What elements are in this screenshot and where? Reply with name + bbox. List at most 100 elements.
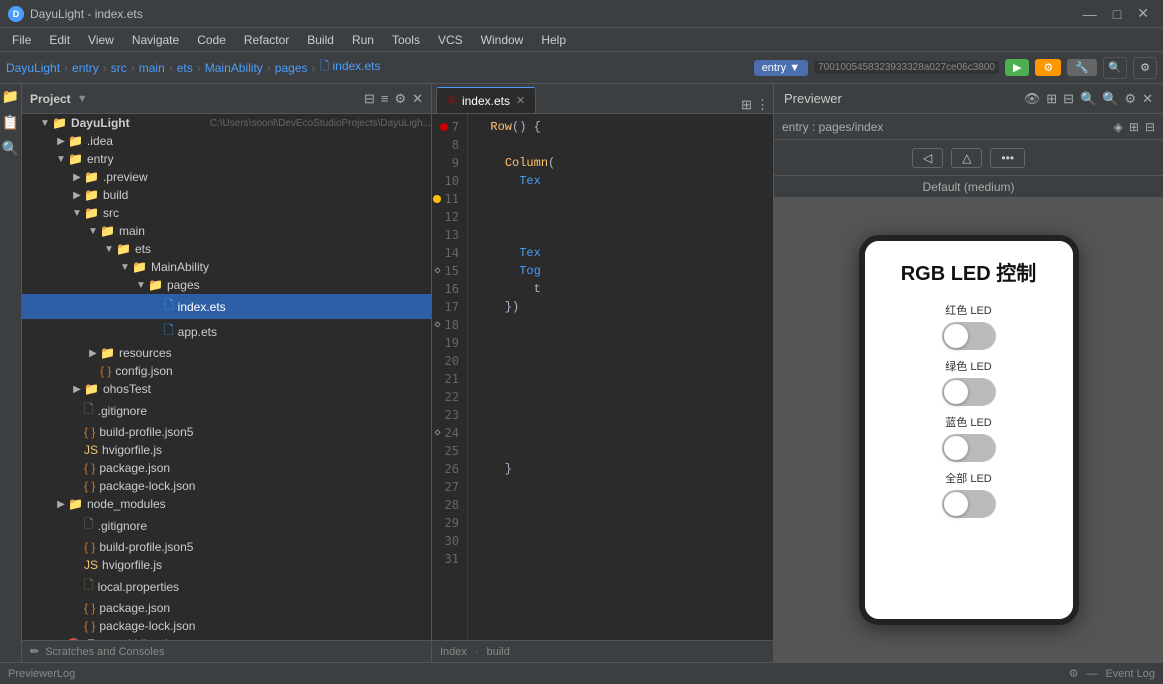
prev-path-icon2[interactable]: ⊞ bbox=[1129, 120, 1139, 134]
previewer-layers-icon[interactable]: ⊞ bbox=[1046, 91, 1057, 107]
settings-icon[interactable]: ⚙ bbox=[394, 91, 406, 107]
event-log-label[interactable]: Event Log bbox=[1105, 668, 1155, 680]
more-options-icon[interactable]: ⋮ bbox=[756, 97, 769, 113]
minimize-button[interactable]: — bbox=[1077, 6, 1103, 22]
breadcrumb-src[interactable]: src bbox=[111, 61, 127, 75]
led-label-all: 全部 LED bbox=[945, 470, 991, 486]
breadcrumb-dayulight[interactable]: DayuLight bbox=[6, 61, 60, 75]
settings-toolbar-button[interactable]: ⚙ bbox=[1133, 57, 1157, 79]
menu-build[interactable]: Build bbox=[299, 31, 342, 49]
tree-item-package-json[interactable]: ▶ { } package.json bbox=[22, 459, 431, 477]
activity-find[interactable]: 🔍 bbox=[2, 140, 20, 158]
menu-help[interactable]: Help bbox=[533, 31, 574, 49]
led-toggle-red[interactable] bbox=[942, 322, 996, 350]
menu-edit[interactable]: Edit bbox=[41, 31, 78, 49]
tab-index-ets[interactable]: ① index.ets ✕ bbox=[436, 87, 536, 113]
tree-item-resources[interactable]: ▶ 📁 resources bbox=[22, 344, 431, 362]
menu-view[interactable]: View bbox=[80, 31, 122, 49]
tree-item-ohostest[interactable]: ▶ 📁 ohosTest bbox=[22, 380, 431, 398]
breadcrumb-pages[interactable]: pages bbox=[275, 61, 308, 75]
breadcrumb-index[interactable]: 🗋 index.ets bbox=[320, 57, 381, 78]
breadcrumb-entry[interactable]: entry bbox=[72, 61, 99, 75]
run-button[interactable]: ▶ bbox=[1005, 59, 1029, 76]
window-title: DayuLight - index.ets bbox=[30, 7, 143, 21]
window-controls[interactable]: — □ ✕ bbox=[1077, 5, 1155, 22]
previewer-close-icon[interactable]: ✕ bbox=[1142, 91, 1153, 107]
collapse-all-icon[interactable]: ⊟ bbox=[364, 91, 375, 107]
led-toggle-green[interactable] bbox=[942, 378, 996, 406]
tree-item-idea[interactable]: ▶ 📁 .idea bbox=[22, 132, 431, 150]
previewer-grid-icon[interactable]: ⊟ bbox=[1063, 91, 1074, 107]
minus-icon[interactable]: — bbox=[1086, 668, 1097, 680]
device-back-btn[interactable]: ◁ bbox=[912, 148, 943, 168]
tree-item-local-properties[interactable]: ▶ 🗋 local.properties bbox=[22, 574, 431, 599]
sidebar: Project ▼ ⊟ ≡ ⚙ ✕ ▼ 📁 DayuLight C:\Users… bbox=[22, 84, 432, 662]
tree-item-gitignore1[interactable]: ▶ 🗋 .gitignore bbox=[22, 398, 431, 423]
tree-item-node-modules[interactable]: ▶ 📁 node_modules bbox=[22, 495, 431, 513]
menu-navigate[interactable]: Navigate bbox=[124, 31, 187, 49]
menu-run[interactable]: Run bbox=[344, 31, 382, 49]
project-dropdown[interactable]: ▼ bbox=[77, 93, 88, 105]
tree-item-package-json2[interactable]: ▶ { } package.json bbox=[22, 599, 431, 617]
device-home-btn[interactable]: △ bbox=[951, 148, 982, 168]
tree-item-config-json[interactable]: ▶ { } config.json bbox=[22, 362, 431, 380]
previewer-zoom-in-icon[interactable]: 🔍 bbox=[1102, 91, 1118, 107]
led-row-blue: 蓝色 LED bbox=[877, 414, 1061, 462]
split-editor-icon[interactable]: ⊞ bbox=[741, 97, 752, 113]
activity-project[interactable]: 📁 bbox=[2, 88, 20, 106]
tree-item-package-lock2[interactable]: ▶ { } package-lock.json bbox=[22, 617, 431, 635]
previewer-settings-icon[interactable]: ⚙ bbox=[1124, 91, 1136, 107]
tree-item-root[interactable]: ▼ 📁 DayuLight C:\Users\soonl\DevEcoStudi… bbox=[22, 114, 431, 132]
tree-item-mainability[interactable]: ▼ 📁 MainAbility bbox=[22, 258, 431, 276]
menu-window[interactable]: Window bbox=[473, 31, 532, 49]
breadcrumb-main[interactable]: main bbox=[139, 61, 165, 75]
menu-file[interactable]: File bbox=[4, 31, 39, 49]
code-editor: 7 8 9 10 11 12 13 14 ◇ 15 16 17 bbox=[432, 114, 773, 640]
close-button[interactable]: ✕ bbox=[1131, 5, 1155, 22]
tree-item-build-profile2[interactable]: ▶ { } build-profile.json5 bbox=[22, 538, 431, 556]
entry-dropdown[interactable]: entry ▼ bbox=[754, 60, 808, 76]
device-more-btn[interactable]: ••• bbox=[990, 148, 1025, 168]
led-toggle-blue[interactable] bbox=[942, 434, 996, 462]
tree-item-hvigorfile2[interactable]: ▶ JS hvigorfile.js bbox=[22, 556, 431, 574]
tree-item-preview[interactable]: ▶ 📁 .preview bbox=[22, 168, 431, 186]
tree-item-pages[interactable]: ▼ 📁 pages bbox=[22, 276, 431, 294]
tree-item-main[interactable]: ▼ 📁 main bbox=[22, 222, 431, 240]
sort-icon[interactable]: ≡ bbox=[381, 91, 389, 107]
tree-item-ets[interactable]: ▼ 📁 ets bbox=[22, 240, 431, 258]
tree-item-hvigorfile[interactable]: ▶ JS hvigorfile.js bbox=[22, 441, 431, 459]
tree-item-package-lock[interactable]: ▶ { } package-lock.json bbox=[22, 477, 431, 495]
breadcrumb-mainability[interactable]: MainAbility bbox=[205, 61, 263, 75]
status-right: ⚙ — Event Log bbox=[1069, 667, 1155, 680]
previewer-log-label[interactable]: PreviewerLog bbox=[8, 668, 75, 680]
menu-vcs[interactable]: VCS bbox=[430, 31, 471, 49]
debug-button[interactable]: ⚙ bbox=[1035, 59, 1061, 76]
prev-path-icon1[interactable]: ◈ bbox=[1114, 120, 1123, 134]
editor-footer-index[interactable]: Index bbox=[440, 646, 467, 658]
build-button[interactable]: 🔧 bbox=[1067, 59, 1097, 76]
tree-item-src[interactable]: ▼ 📁 src bbox=[22, 204, 431, 222]
previewer-eye-icon[interactable]: 👁 bbox=[1024, 91, 1041, 107]
editor-footer-build[interactable]: build bbox=[487, 646, 510, 658]
tree-item-app-ets[interactable]: ▶ 🗋 app.ets bbox=[22, 319, 431, 344]
tree-item-index-ets[interactable]: ▶ 🗋 index.ets bbox=[22, 294, 431, 319]
settings-gear-icon[interactable]: ⚙ bbox=[1069, 667, 1079, 680]
close-sidebar-icon[interactable]: ✕ bbox=[412, 91, 423, 107]
scratches-consoles[interactable]: ✏ Scratches and Consoles bbox=[22, 640, 431, 662]
led-toggle-all[interactable] bbox=[942, 490, 996, 518]
prev-path-icon3[interactable]: ⊟ bbox=[1145, 120, 1155, 134]
tab-close-index[interactable]: ✕ bbox=[516, 94, 525, 107]
menu-refactor[interactable]: Refactor bbox=[236, 31, 297, 49]
tree-item-gitignore2[interactable]: ▶ 🗋 .gitignore bbox=[22, 513, 431, 538]
activity-structure[interactable]: 📋 bbox=[2, 114, 20, 132]
code-content[interactable]: Row() { Column( Tex Tex Tog t }) bbox=[468, 114, 773, 640]
search-toolbar-button[interactable]: 🔍 bbox=[1103, 57, 1127, 79]
previewer-zoom-out-icon[interactable]: 🔍 bbox=[1080, 91, 1096, 107]
tree-item-entry[interactable]: ▼ 📁 entry bbox=[22, 150, 431, 168]
breadcrumb-ets[interactable]: ets bbox=[177, 61, 193, 75]
menu-tools[interactable]: Tools bbox=[384, 31, 428, 49]
tree-item-build-profile[interactable]: ▶ { } build-profile.json5 bbox=[22, 423, 431, 441]
menu-code[interactable]: Code bbox=[189, 31, 234, 49]
maximize-button[interactable]: □ bbox=[1107, 6, 1127, 22]
tree-item-build[interactable]: ▶ 📁 build bbox=[22, 186, 431, 204]
